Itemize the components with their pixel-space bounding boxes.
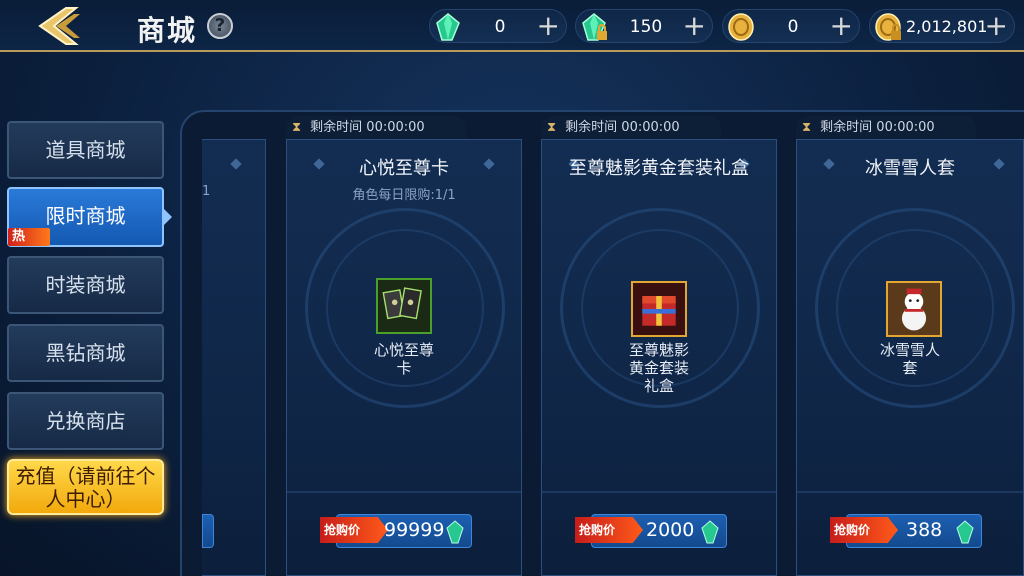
back-arrow-icon[interactable] [30, 4, 86, 48]
card-limit-fragment: 1 [202, 184, 211, 199]
card-divider [287, 491, 521, 493]
currency-locked-diamond: 150 + [575, 9, 713, 43]
active-tab-arrow [162, 207, 172, 227]
sidebar-item-black-diamond-shop[interactable]: 黑钻商城 [7, 324, 164, 382]
gift-box-item-icon[interactable] [631, 281, 687, 337]
timer-label: 剩余时间 [310, 120, 363, 135]
product-card[interactable]: 心悦至尊卡 角色每日限购:1/1 心悦至尊 卡 [286, 139, 522, 576]
recharge-button[interactable]: 充值（请前往个人中心） [7, 459, 164, 515]
top-bar: 商城 ? 0 + 150 + 0 + 2,012,801 + [0, 0, 1024, 52]
item-name: 心悦至尊 卡 [373, 341, 434, 377]
hourglass-icon: ⧗ [547, 120, 557, 135]
price-value: 2000 [646, 519, 695, 541]
green-diamond-icon [446, 520, 464, 544]
product-card[interactable]: 冰雪雪人套 冰雪雪人 套 [796, 139, 1024, 576]
snowman-item-icon[interactable] [886, 281, 942, 337]
item-name: 冰雪雪人 套 [879, 341, 940, 377]
currency-locked-coin: 2,012,801 + [869, 9, 1015, 43]
flash-price-tag: 抢购价 [320, 517, 388, 543]
card-title: 至尊魅影黄金套装礼盒 [569, 158, 749, 179]
card-divider [797, 491, 1023, 493]
flash-price-tag: 抢购价 [575, 517, 643, 543]
premium-card-item-icon[interactable] [376, 278, 432, 334]
help-icon[interactable]: ? [207, 13, 233, 39]
green-diamond-icon [956, 520, 974, 544]
gold-coin-icon [728, 13, 754, 41]
timer-label: 剩余时间 [565, 120, 618, 135]
product-card[interactable]: 至尊魅影黄金套装礼盒 至尊魅影 黄金套装 礼盒 [541, 139, 777, 576]
timer-label: 剩余时间 [820, 120, 873, 135]
green-diamond-icon [701, 520, 719, 544]
countdown-timer: ⧗ 剩余时间 00:00:00 [286, 116, 466, 140]
timer-value: 00:00:00 [876, 120, 935, 135]
price-value: 99999 [384, 519, 445, 541]
page-title: 商城 [137, 14, 198, 47]
card-title: 心悦至尊卡 [359, 158, 449, 179]
add-locked-coin-button[interactable]: + [985, 11, 1008, 41]
add-locked-diamond-button[interactable]: + [683, 11, 706, 41]
sidebar-item-fashion-shop[interactable]: 时装商城 [7, 256, 164, 314]
hot-badge: 热 [8, 228, 50, 246]
partial-price-box [202, 514, 214, 548]
currency-diamond: 0 + [429, 9, 567, 43]
card-divider [542, 491, 776, 493]
add-diamond-button[interactable]: + [537, 11, 560, 41]
currency-coin: 0 + [722, 9, 860, 43]
currency-value: 0 [494, 17, 506, 37]
price-value: 388 [906, 519, 943, 541]
flash-price-tag: 抢购价 [830, 517, 898, 543]
countdown-timer: ⧗ 剩余时间 00:00:00 [796, 116, 976, 140]
timer-value: 00:00:00 [366, 120, 425, 135]
currency-value: 0 [787, 17, 799, 37]
card-title: 冰雪雪人套 [865, 158, 955, 179]
hourglass-icon: ⧗ [292, 120, 302, 135]
item-name: 至尊魅影 黄金套装 礼盒 [628, 341, 689, 395]
sidebar-item-exchange-shop[interactable]: 兑换商店 [7, 392, 164, 450]
hourglass-icon: ⧗ [802, 120, 812, 135]
currency-value: 150 [629, 17, 663, 37]
locked-gold-coin-icon [875, 13, 901, 41]
add-coin-button[interactable]: + [830, 11, 853, 41]
green-diamond-icon [436, 13, 460, 41]
timer-value: 00:00:00 [621, 120, 680, 135]
sidebar-item-props-shop[interactable]: 道具商城 [7, 121, 164, 179]
countdown-timer: ⧗ 剩余时间 00:00:00 [541, 116, 721, 140]
locked-green-diamond-icon [582, 13, 607, 41]
partial-product-card: 1 [202, 139, 266, 576]
purchase-limit: 角色每日限购:1/1 [352, 188, 456, 203]
diamond-ornament [230, 158, 242, 170]
currency-value: 2,012,801 [906, 17, 988, 36]
